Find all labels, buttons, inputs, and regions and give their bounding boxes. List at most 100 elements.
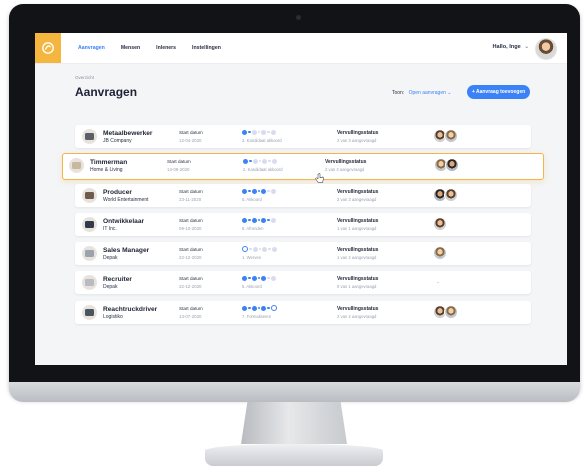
add-request-button[interactable]: + Aanvraag toevoegen — [467, 85, 530, 99]
table-row[interactable]: Reachtruckdriver Logistiko Start datum 13-0… — [75, 301, 531, 324]
app-screen: Aanvragen Mensen Inleners Instellingen H… — [35, 33, 567, 365]
job-thumbnail-icon — [82, 275, 97, 290]
fulfillment-status-label: Vervullingsstatus — [337, 189, 379, 195]
nav-item-mensen[interactable]: Mensen — [121, 45, 140, 51]
user-menu[interactable]: Hallo, Inge ⌄ — [492, 44, 529, 50]
filter-dropdown[interactable]: Open aanvragen ⌄ — [409, 90, 452, 96]
progress-step-label: 6. Afronden — [242, 226, 264, 231]
monitor-stand-neck — [241, 402, 347, 444]
nav-item-inleners[interactable]: Inleners — [156, 45, 176, 51]
fulfillment-status-value: 2 van 3 aangevraagd — [337, 138, 377, 143]
progress-step-dot — [267, 218, 270, 222]
empty-avatars-placeholder: - — [437, 280, 439, 286]
progress-step-dot — [242, 246, 248, 252]
table-row[interactable]: Timmerman Home & Living Start datum 13-09-2… — [62, 153, 544, 180]
candidate-avatars[interactable] — [433, 129, 458, 143]
start-date-value: 12-04-2020 — [179, 138, 202, 143]
progress-step-dot — [258, 159, 261, 163]
main-nav: Aanvragen Mensen Inleners Instellingen — [78, 33, 221, 63]
table-row[interactable]: Producer World Entertainment Start datum 23… — [75, 184, 531, 207]
logo-icon[interactable] — [35, 33, 61, 63]
breadcrumb[interactable]: Overzicht — [75, 75, 94, 80]
progress-step-dot — [251, 275, 257, 281]
progress-step-dot — [271, 158, 277, 164]
progress-step-label: 5. Akkoord — [242, 197, 262, 202]
progress-step-dot — [252, 158, 258, 164]
avatar[interactable] — [535, 38, 557, 60]
avatar[interactable] — [433, 217, 447, 231]
start-date-value: 09-10-2020 — [179, 226, 202, 231]
progress-step-dot — [257, 306, 260, 310]
job-thumbnail-icon — [82, 188, 97, 203]
filter-value: Open aanvragen — [408, 90, 446, 96]
table-row[interactable]: Recruiter Depak Start datum 22-12-2020 5. Ak… — [75, 271, 531, 294]
progress-step-dot — [271, 246, 277, 252]
progress-step-dot — [249, 159, 252, 163]
progress-step-dot — [261, 217, 266, 223]
progress-step-label: 5. Akkoord — [242, 284, 262, 289]
progress-step-label: 2. Kandidaat akkoord — [243, 167, 283, 172]
progress-step-dot — [261, 188, 266, 194]
start-date-label: Start datum — [179, 218, 203, 223]
progress-step-dot — [243, 158, 248, 164]
logo-mark — [42, 42, 54, 54]
avatar[interactable] — [444, 305, 458, 319]
progress-step-dot — [251, 217, 257, 223]
company-name: World Entertainment — [103, 197, 149, 203]
job-thumbnail-icon — [82, 129, 97, 144]
candidate-avatars[interactable] — [433, 246, 447, 260]
progress-step-dot — [242, 188, 247, 194]
candidate-avatars[interactable] — [433, 305, 458, 319]
progress-step-dot — [257, 189, 260, 193]
company-name: Logistiko — [103, 314, 123, 320]
progress-step-dot — [248, 306, 251, 310]
fulfillment-status-label: Vervullingsstatus — [325, 159, 367, 165]
job-thumbnail-icon — [82, 305, 97, 320]
top-navigation-bar: Aanvragen Mensen Inleners Instellingen H… — [35, 33, 567, 64]
company-name: Depak — [103, 284, 118, 290]
fulfillment-status-value: 2 van 3 aangevraagd — [325, 167, 365, 172]
avatar[interactable] — [444, 188, 458, 202]
avatar[interactable] — [433, 246, 447, 260]
job-thumbnail-icon — [69, 158, 84, 173]
progress-step-dot — [270, 275, 276, 281]
job-title: Timmerman — [90, 159, 128, 166]
candidate-avatars[interactable] — [433, 217, 447, 231]
hand-cursor-icon — [315, 173, 324, 183]
chevron-down-icon: ⌄ — [524, 44, 529, 50]
avatar[interactable] — [445, 158, 459, 172]
job-thumbnail-icon — [82, 246, 97, 261]
progress-steps — [242, 305, 277, 311]
job-title: Recruiter — [103, 276, 132, 283]
progress-step-dot — [262, 158, 267, 164]
progress-step-dot — [257, 130, 260, 134]
table-row[interactable]: Metaalbewerker JB Company Start datum 12-04… — [75, 125, 531, 148]
progress-step-dot — [268, 159, 271, 163]
candidate-avatars[interactable] — [433, 188, 458, 202]
company-name: JB Company — [103, 138, 132, 144]
nav-item-instellingen[interactable]: Instellingen — [192, 45, 221, 51]
progress-step-dot — [242, 275, 247, 281]
filter-control[interactable]: Toon: Open aanvragen ⌄ — [392, 90, 451, 96]
progress-step-dot — [249, 247, 252, 251]
monitor-chin — [9, 382, 580, 402]
company-name: Home & Living — [90, 167, 123, 173]
job-title: Sales Manager — [103, 247, 150, 254]
progress-step-dot — [251, 305, 257, 311]
fulfillment-status-label: Vervullingsstatus — [337, 247, 379, 253]
progress-step-label: 1. Werven — [242, 255, 262, 260]
table-row[interactable]: Sales Manager Depak Start datum 22-12-2020 1… — [75, 242, 531, 265]
progress-step-dot — [267, 276, 270, 280]
progress-step-dot — [270, 188, 276, 194]
table-row[interactable]: Ontwikkelaar IT Inc. Start datum 09-10-2020… — [75, 213, 531, 236]
job-title: Producer — [103, 189, 132, 196]
job-title: Metaalbewerker — [103, 130, 153, 137]
candidate-avatars[interactable] — [434, 158, 459, 172]
avatar[interactable] — [444, 129, 458, 143]
greeting-text: Hallo, Inge — [492, 44, 521, 50]
start-date-label: Start datum — [179, 306, 203, 311]
nav-item-aanvragen[interactable]: Aanvragen — [78, 45, 105, 51]
progress-steps — [242, 188, 276, 194]
start-date-value: 13-09-2020 — [167, 167, 190, 172]
fulfillment-status-value: 2 van 3 aangevraagd — [337, 197, 377, 202]
